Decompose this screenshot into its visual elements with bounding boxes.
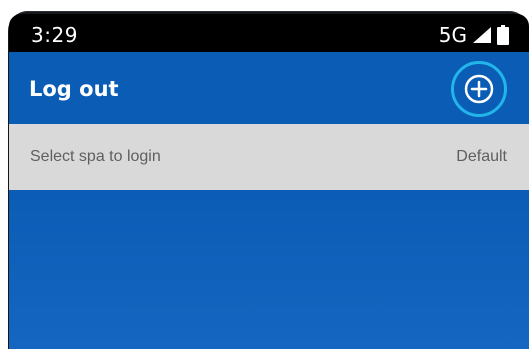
network-type: 5G: [438, 23, 467, 47]
status-bar: 3:29 5G: [9, 14, 529, 52]
select-spa-value: Default: [456, 148, 507, 165]
page-title: Log out: [29, 77, 119, 101]
battery-icon: [497, 25, 509, 45]
app-bar: Log out: [9, 52, 529, 124]
app-frame: 3:29 5G Log out Select spa to login Defa…: [0, 0, 532, 349]
add-button[interactable]: [451, 61, 507, 117]
select-spa-label: Select spa to login: [30, 148, 161, 165]
select-spa-row[interactable]: Select spa to login Default: [9, 124, 529, 190]
status-icons: 5G: [439, 23, 509, 47]
add-circle-icon: [464, 74, 494, 104]
content-area: [9, 190, 529, 349]
status-time: 3:29: [31, 23, 78, 47]
phone-screen: 3:29 5G Log out Select spa to login Defa…: [9, 14, 529, 349]
signal-icon: [473, 27, 491, 43]
